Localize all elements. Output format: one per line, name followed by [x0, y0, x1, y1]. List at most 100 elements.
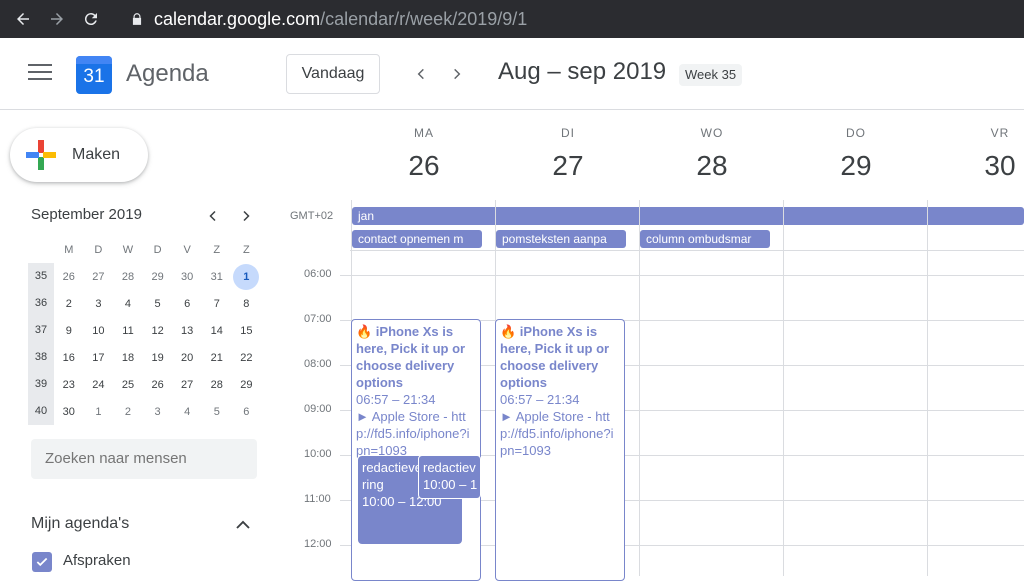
mini-day[interactable]: 23: [54, 379, 84, 391]
mini-prev-month-icon[interactable]: [203, 206, 223, 226]
mini-calendar-weeks: 35 26 27 28 29 30 31 1 36 2 3 4 5 6 7 8 37 9 10 11 12 13 14 15 3…: [28, 263, 261, 425]
mini-day[interactable]: 31: [202, 271, 232, 283]
mini-week-row: 38 16 17 18 19 20 21 22: [28, 344, 261, 371]
week-number[interactable]: 35: [28, 263, 54, 290]
mini-day[interactable]: 14: [202, 325, 232, 337]
previous-period-icon[interactable]: [409, 62, 433, 86]
mini-day[interactable]: 7: [202, 298, 232, 310]
day-number[interactable]: 29: [784, 150, 928, 182]
allday-event[interactable]: pomsteksten aanpa: [496, 230, 626, 248]
mini-day[interactable]: 20: [172, 352, 202, 364]
app-title[interactable]: Agenda: [126, 60, 209, 88]
mini-day[interactable]: 17: [84, 352, 114, 364]
mini-day[interactable]: 2: [113, 406, 143, 418]
calendar-event[interactable]: redactiev 10:00 – 1: [418, 455, 481, 499]
weekday-header: V: [183, 243, 191, 256]
allday-event[interactable]: contact opnemen m: [352, 230, 482, 248]
day-header-fri[interactable]: VR 30: [928, 126, 1024, 182]
mini-day[interactable]: 12: [143, 325, 173, 337]
mini-day[interactable]: 29: [143, 271, 173, 283]
search-people-input[interactable]: [31, 439, 257, 479]
mini-day[interactable]: 26: [54, 271, 84, 283]
calendar-logo-icon[interactable]: 31: [76, 56, 112, 94]
mini-day[interactable]: 1: [232, 263, 262, 290]
day-number[interactable]: 28: [640, 150, 784, 182]
mini-day[interactable]: 28: [202, 379, 232, 391]
calendar-name: Afspraken: [63, 552, 131, 569]
week-number[interactable]: 39: [28, 371, 54, 398]
mini-day[interactable]: 8: [232, 298, 262, 310]
calendar-event[interactable]: 🔥 iPhone Xs is here, Pick it up or choos…: [495, 319, 625, 581]
mini-next-month-icon[interactable]: [236, 206, 256, 226]
mini-day[interactable]: 6: [172, 298, 202, 310]
hour-label: 08:00: [304, 358, 332, 370]
mini-day[interactable]: 9: [54, 325, 84, 337]
week-number[interactable]: 38: [28, 344, 54, 371]
day-number[interactable]: 26: [352, 150, 496, 182]
mini-day[interactable]: 25: [113, 379, 143, 391]
mini-day[interactable]: 4: [172, 406, 202, 418]
mini-day[interactable]: 28: [113, 271, 143, 283]
day-header-tue[interactable]: DI 27: [496, 126, 640, 182]
mini-day[interactable]: 3: [143, 406, 173, 418]
mini-day-label: 28: [210, 378, 223, 391]
mini-day[interactable]: 21: [202, 352, 232, 364]
back-icon[interactable]: [10, 6, 36, 32]
mini-day[interactable]: 2: [54, 298, 84, 310]
mini-day-label: 3: [154, 405, 161, 418]
mini-day[interactable]: 29: [232, 379, 262, 391]
mini-day[interactable]: 5: [202, 406, 232, 418]
mini-day[interactable]: 3: [84, 298, 114, 310]
day-header-mon[interactable]: MA 26: [352, 126, 496, 182]
mini-day[interactable]: 27: [84, 271, 114, 283]
allday-event[interactable]: column ombudsmar: [640, 230, 770, 248]
grid-line: [639, 200, 640, 576]
weekday-header: D: [153, 243, 162, 256]
day-name: MA: [414, 126, 434, 140]
reload-icon[interactable]: [78, 6, 104, 32]
mini-day[interactable]: 24: [84, 379, 114, 391]
mini-day-label: 27: [92, 270, 105, 283]
forward-icon[interactable]: [44, 6, 70, 32]
mini-day[interactable]: 18: [113, 352, 143, 364]
mini-day[interactable]: 5: [143, 298, 173, 310]
day-header-thu[interactable]: DO 29: [784, 126, 928, 182]
event-location: ► Apple Store - http://fd5.info/iphone?i…: [500, 409, 614, 458]
mini-day[interactable]: 30: [54, 406, 84, 418]
next-period-icon[interactable]: [445, 62, 469, 86]
day-header-wed[interactable]: WO 28: [640, 126, 784, 182]
mini-day[interactable]: 26: [143, 379, 173, 391]
mini-day[interactable]: 22: [232, 352, 262, 364]
main-menu-icon[interactable]: [28, 64, 52, 84]
week-number[interactable]: 40: [28, 398, 54, 425]
mini-day[interactable]: 30: [172, 271, 202, 283]
mini-day[interactable]: 1: [84, 406, 114, 418]
mini-day[interactable]: 27: [172, 379, 202, 391]
mini-day[interactable]: 6: [232, 406, 262, 418]
today-button[interactable]: Vandaag: [286, 54, 380, 94]
address-bar[interactable]: calendar.google.com/calendar/r/week/2019…: [130, 9, 527, 30]
weekday-header: M: [64, 243, 74, 256]
create-label: Maken: [72, 146, 121, 163]
day-number[interactable]: 27: [496, 150, 640, 182]
mini-day-label: 25: [121, 378, 135, 391]
mini-day[interactable]: 19: [143, 352, 173, 364]
my-calendars-label[interactable]: Mijn agenda's: [31, 515, 129, 533]
mini-day[interactable]: 11: [113, 325, 143, 337]
weekday-header: D: [94, 243, 103, 256]
mini-day[interactable]: 13: [172, 325, 202, 337]
week-number[interactable]: 37: [28, 317, 54, 344]
week-number[interactable]: 36: [28, 290, 54, 317]
chevron-up-icon[interactable]: [234, 516, 252, 534]
allday-event[interactable]: jan: [352, 207, 1024, 225]
mini-day[interactable]: 16: [54, 352, 84, 364]
mini-day-label: 10: [92, 324, 105, 337]
mini-calendar-month: September 2019: [31, 206, 142, 223]
day-number[interactable]: 30: [928, 150, 1024, 182]
mini-day[interactable]: 15: [232, 325, 262, 337]
create-button[interactable]: Maken: [10, 128, 148, 182]
mini-day[interactable]: 4: [113, 298, 143, 310]
mini-day[interactable]: 10: [84, 325, 114, 337]
calendar-checkbox[interactable]: [32, 552, 52, 572]
mini-day-label: 15: [240, 324, 253, 337]
